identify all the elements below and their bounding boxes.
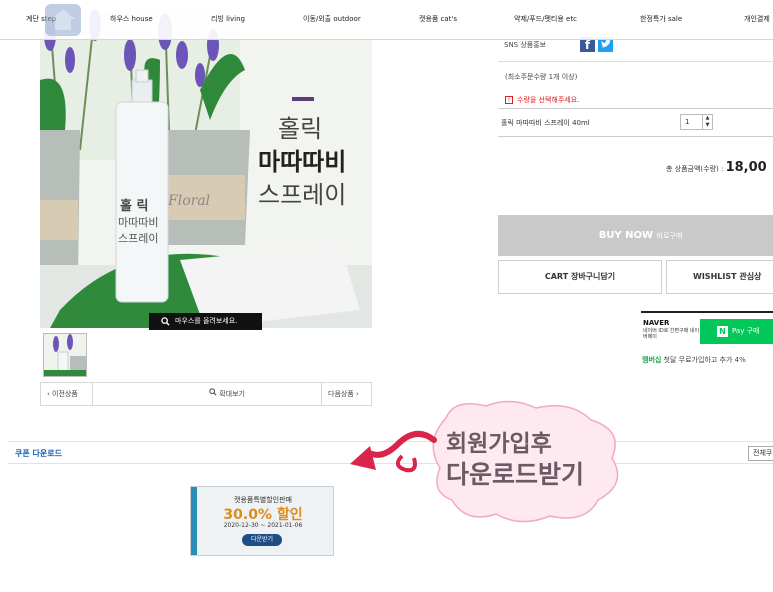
product-main-image[interactable]: Floral 홀 릭 마따따비 스프레이 홀릭 마따따비 스프레이 (40, 10, 372, 328)
svg-text:Floral: Floral (167, 193, 210, 209)
nav-item-etc[interactable]: 약제/푸드/펫티용 etc (514, 14, 577, 24)
nav-item-personal-payment[interactable]: 개인결제 (744, 14, 770, 24)
image-controls: ‹ 이전상품 확대보기 다음상품 › (40, 382, 372, 406)
nav-item-house[interactable]: 하우스 house (110, 14, 153, 24)
membership-promo: 멤버십 첫달 무료가입하고 추가 4% (642, 355, 746, 365)
selected-item-name: 홀릭 마따따비 스프레이 40ml (501, 119, 590, 127)
view-all-coupons-button[interactable]: 전체쿠 (748, 446, 773, 461)
naver-pay-button[interactable]: N Pay 구매 (700, 319, 773, 344)
coupon-download-button[interactable]: 다운받기 (242, 534, 282, 546)
zoom-hint-text: 마우스를 올려보세요. (175, 317, 238, 325)
coupon-period: 2020-12-30 ~ 2021-01-06 (223, 522, 303, 529)
membership-text: 첫달 무료가입하고 추가 4% (661, 356, 746, 364)
product-headline-line2: 마따따비 (258, 148, 346, 176)
magnifier-icon (161, 317, 170, 326)
divider (498, 136, 773, 137)
zoom-hint: 마우스를 올려보세요. (149, 313, 262, 330)
warning-icon: ! (505, 96, 513, 104)
wishlist-button[interactable]: WISHLIST 관심상 (666, 260, 773, 294)
naver-subtext: 네이버 ID로 간편구매 네이버페이 (643, 328, 700, 340)
search-icon (209, 388, 217, 396)
stepper-arrows[interactable]: ▲ ▼ (702, 115, 712, 129)
thumbnail-image (44, 334, 86, 376)
divider (498, 108, 773, 109)
quantity-warning: ! 수량을 선택해주세요. (505, 95, 579, 105)
min-order-text: (최소주문수량 1개 이상) (505, 73, 578, 81)
naver-logo: NAVER (643, 319, 670, 327)
nav-item-cats[interactable]: 캣용품 cat's (419, 14, 457, 24)
nav-item-outdoor[interactable]: 이동/외출 outdoor (303, 14, 361, 24)
divider (498, 61, 773, 62)
product-headline-line1: 홀릭 (278, 115, 322, 143)
total-price-value: 18,00 (725, 160, 767, 175)
membership-highlight: 멤버십 (642, 356, 662, 364)
buy-now-label: BUY NOW (598, 230, 654, 241)
chevron-down-icon[interactable]: ▼ (703, 122, 712, 129)
naver-pay-icon: N (717, 326, 728, 337)
coupon-section-title: 쿠폰 다운로드 (15, 449, 62, 458)
chevron-up-icon[interactable]: ▲ (703, 115, 712, 122)
bottle-label-line1: 홀 릭 (120, 198, 148, 214)
nav-item-living[interactable]: 리빙 living (211, 14, 245, 24)
chevron-left-icon: ‹ (47, 390, 50, 398)
bottle-label-line3: 스프레이 (118, 232, 158, 245)
top-navigation: 계단 step 하우스 house 리빙 living 이동/외출 outdoo… (0, 0, 773, 40)
total-price-label: 총 상품금액(수량) : (666, 165, 724, 173)
previous-product-label: 이전상품 (52, 390, 78, 398)
buy-now-button[interactable]: BUY NOW 바로구매 (498, 215, 773, 256)
add-to-cart-button[interactable]: CART 장바구니담기 (498, 260, 662, 294)
buy-now-sub-label: 바로구매 (656, 232, 683, 240)
naver-pay-box: NAVER 네이버 ID로 간편구매 네이버페이 N Pay 구매 (641, 311, 773, 346)
nav-item-sale[interactable]: 한정특가 sale (640, 14, 682, 24)
product-thumbnail[interactable] (43, 333, 87, 377)
quantity-value[interactable]: 1 (685, 118, 689, 126)
sticker-line2: 다운로드받기 (446, 460, 585, 489)
home-badge-icon[interactable] (42, 3, 84, 37)
bottle-label-line2: 마따따비 (118, 216, 158, 229)
coupon-discount-rate: 30.0% 할인 (223, 507, 303, 523)
quantity-stepper[interactable]: 1 ▲ ▼ (680, 114, 713, 130)
total-price: 총 상품금액(수량) : 18,00 (666, 160, 767, 175)
previous-product-button[interactable]: ‹ 이전상품 (41, 383, 93, 405)
enlarge-label: 확대보기 (219, 390, 245, 398)
quantity-warning-text: 수량을 선택해주세요. (517, 96, 580, 104)
sns-share-label: SNS 상품홍보 (504, 41, 547, 49)
product-headline-line3: 스프레이 (258, 181, 346, 209)
sticker-line1: 회원가입후 (446, 431, 552, 457)
product-photo: Floral 홀 릭 마따따비 스프레이 홀릭 마따따비 스프레이 (40, 10, 372, 328)
naver-pay-label: Pay 구매 (732, 327, 760, 335)
